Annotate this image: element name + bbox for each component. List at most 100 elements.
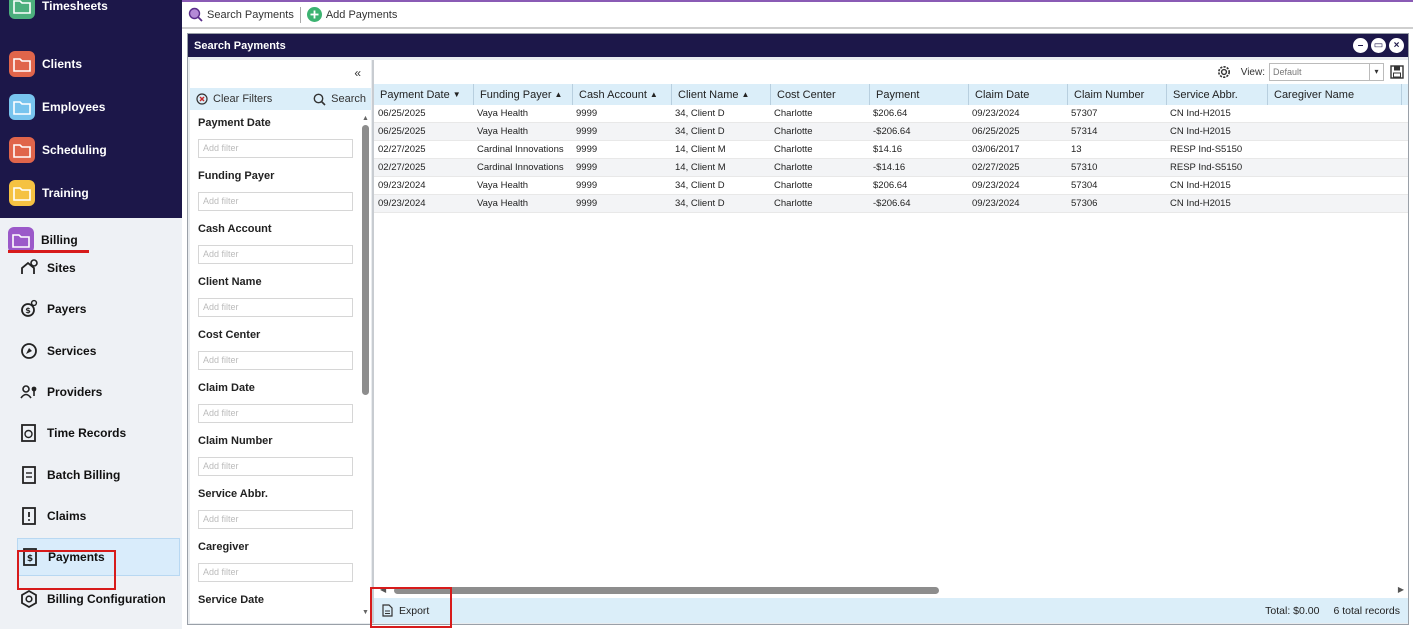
column-header[interactable]: Payment Date ▼	[374, 84, 473, 105]
grid-horizontal-scrollbar[interactable]: ◀ ▶	[374, 584, 1408, 596]
filter-input[interactable]: Add filter	[198, 563, 353, 582]
grid-pane: View: Default ▾ Payment Date ▼ Funding Pay…	[374, 60, 1408, 623]
table-cell: Charlotte	[774, 162, 813, 173]
column-header-label: Payment	[876, 88, 920, 101]
filter-input[interactable]: Add filter	[198, 192, 353, 211]
column-header[interactable]: Client Name ▲	[671, 84, 770, 105]
column-header-overflow	[1401, 84, 1408, 105]
nav-item-employees[interactable]: Employees	[0, 87, 182, 127]
table-cell: 09/23/2024	[378, 180, 426, 191]
export-button[interactable]: Export	[382, 604, 429, 617]
grid-scrollbar-thumb[interactable]	[394, 587, 939, 594]
table-cell: 9999	[576, 126, 598, 137]
view-select[interactable]: Default ▾	[1269, 63, 1384, 81]
nav-item-clients[interactable]: Clients	[0, 44, 182, 84]
filter-label: Service Date	[198, 594, 265, 606]
svg-text:$: $	[27, 554, 33, 564]
sidebar-item-payments[interactable]: $ Payments	[17, 538, 180, 576]
filter-input[interactable]: Add filter	[198, 139, 353, 158]
table-row[interactable]: 09/23/2024 Vaya Health 9999 34, Client D Cha…	[374, 177, 1408, 195]
scroll-left-icon[interactable]: ◀	[380, 585, 386, 594]
filter-group: Claim Number Add filter	[190, 431, 360, 484]
table-row[interactable]: 09/23/2024 Vaya Health 9999 34, Client D Cha…	[374, 195, 1408, 213]
column-header[interactable]: Caregiver Name	[1267, 84, 1401, 105]
nav-item-timesheets[interactable]: Timesheets	[0, 0, 182, 26]
sidebar-item-label: Time Records	[47, 426, 127, 440]
table-cell: 34, Client D	[675, 198, 725, 209]
filter-scrollbar-thumb[interactable]	[362, 125, 369, 395]
filter-scrollbar[interactable]: ▲ ▼	[362, 113, 369, 621]
sidebar-item-providers[interactable]: Providers	[17, 373, 180, 411]
minimize-icon[interactable]: –	[1353, 38, 1368, 53]
scroll-down-icon[interactable]: ▼	[362, 609, 369, 616]
filter-list: Payment Date Add filter Funding Payer Add f…	[190, 113, 360, 621]
clear-filters-icon	[196, 93, 208, 105]
search-icon	[313, 93, 326, 106]
filter-label: Claim Date	[198, 382, 255, 394]
table-cell: -$206.64	[873, 126, 911, 137]
clear-filters-button[interactable]: Clear Filters	[196, 93, 272, 105]
table-row[interactable]: 06/25/2025 Vaya Health 9999 34, Client D Cha…	[374, 105, 1408, 123]
close-icon[interactable]: ×	[1389, 38, 1404, 53]
column-header[interactable]: Cash Account ▲	[572, 84, 671, 105]
table-cell: 34, Client D	[675, 126, 725, 137]
scroll-up-icon[interactable]: ▲	[362, 115, 369, 122]
sidebar-item-payers[interactable]: $ Payers	[17, 290, 180, 328]
column-header-label: Client Name	[678, 88, 739, 101]
filter-input[interactable]: Add filter	[198, 404, 353, 423]
sidebar-item-sites[interactable]: Sites	[17, 249, 180, 287]
view-label: View:	[1240, 66, 1265, 78]
column-header[interactable]: Claim Number	[1067, 84, 1166, 105]
table-cell: 09/23/2024	[972, 180, 1020, 191]
panel-title: Search Payments	[194, 39, 286, 52]
table-row[interactable]: 02/27/2025 Cardinal Innovations 9999 14, Cl…	[374, 141, 1408, 159]
settings-gear-icon[interactable]	[1217, 65, 1231, 79]
table-cell: Charlotte	[774, 108, 813, 119]
column-header[interactable]: Service Abbr.	[1166, 84, 1267, 105]
add-payments-button[interactable]: Add Payments	[301, 5, 404, 25]
sidebar-item-claims[interactable]: Claims	[17, 497, 180, 535]
filter-input[interactable]: Add filter	[198, 457, 353, 476]
nav-item-scheduling[interactable]: Scheduling	[0, 130, 182, 170]
table-row[interactable]: 02/27/2025 Cardinal Innovations 9999 14, Cl…	[374, 159, 1408, 177]
table-cell: RESP Ind-S5150	[1170, 162, 1243, 173]
filter-group: Service Abbr. Add filter	[190, 484, 360, 537]
sidebar-item-time-records[interactable]: Time Records	[17, 414, 180, 452]
folder-icon	[9, 94, 35, 120]
table-cell: Vaya Health	[477, 198, 529, 209]
nav-item-label: Employees	[42, 100, 106, 114]
filter-input[interactable]: Add filter	[198, 245, 353, 264]
column-header[interactable]: Cost Center	[770, 84, 869, 105]
search-payments-button[interactable]: Search Payments	[182, 5, 300, 25]
filter-group: Cash Account Add filter	[190, 219, 360, 272]
sidebar-item-batch-billing[interactable]: Batch Billing	[17, 456, 180, 494]
table-cell: CN Ind-H2015	[1170, 180, 1231, 191]
column-header[interactable]: Claim Date	[968, 84, 1067, 105]
save-view-icon[interactable]	[1390, 65, 1404, 79]
table-cell: -$14.16	[873, 162, 906, 173]
sidebar-item-services[interactable]: Services	[17, 332, 180, 370]
maximize-icon[interactable]: ▭	[1371, 38, 1386, 53]
payment-total: Total: $0.00	[1265, 604, 1320, 617]
filter-label: Funding Payer	[198, 170, 275, 182]
table-cell: 34, Client D	[675, 180, 725, 191]
grid-header: Payment Date ▼ Funding Payer ▲ Cash Account ▲…	[374, 84, 1408, 105]
filter-input[interactable]: Add filter	[198, 298, 353, 317]
column-header[interactable]: Payment	[869, 84, 968, 105]
table-row[interactable]: 06/25/2025 Vaya Health 9999 34, Client D Cha…	[374, 123, 1408, 141]
filter-input[interactable]: Add filter	[198, 510, 353, 529]
filter-group: Funding Payer Add filter	[190, 166, 360, 219]
sidebar-item-billing-configuration[interactable]: Billing Configuration	[17, 580, 180, 618]
filter-label: Claim Number	[198, 435, 273, 447]
search-button[interactable]: Search	[313, 93, 366, 106]
scroll-right-icon[interactable]: ▶	[1398, 585, 1404, 594]
collapse-filters-icon[interactable]: «	[354, 66, 361, 80]
nav-item-training[interactable]: Training	[0, 173, 182, 213]
table-cell: Cardinal Innovations	[477, 162, 564, 173]
column-header-label: Claim Number	[1074, 88, 1145, 101]
grid-footer: Export Total: $0.00 6 total records	[374, 598, 1408, 623]
column-header[interactable]: Funding Payer ▲	[473, 84, 572, 105]
sort-ascending-icon: ▲	[649, 90, 658, 99]
table-cell: 02/27/2025	[378, 144, 426, 155]
filter-input[interactable]: Add filter	[198, 351, 353, 370]
